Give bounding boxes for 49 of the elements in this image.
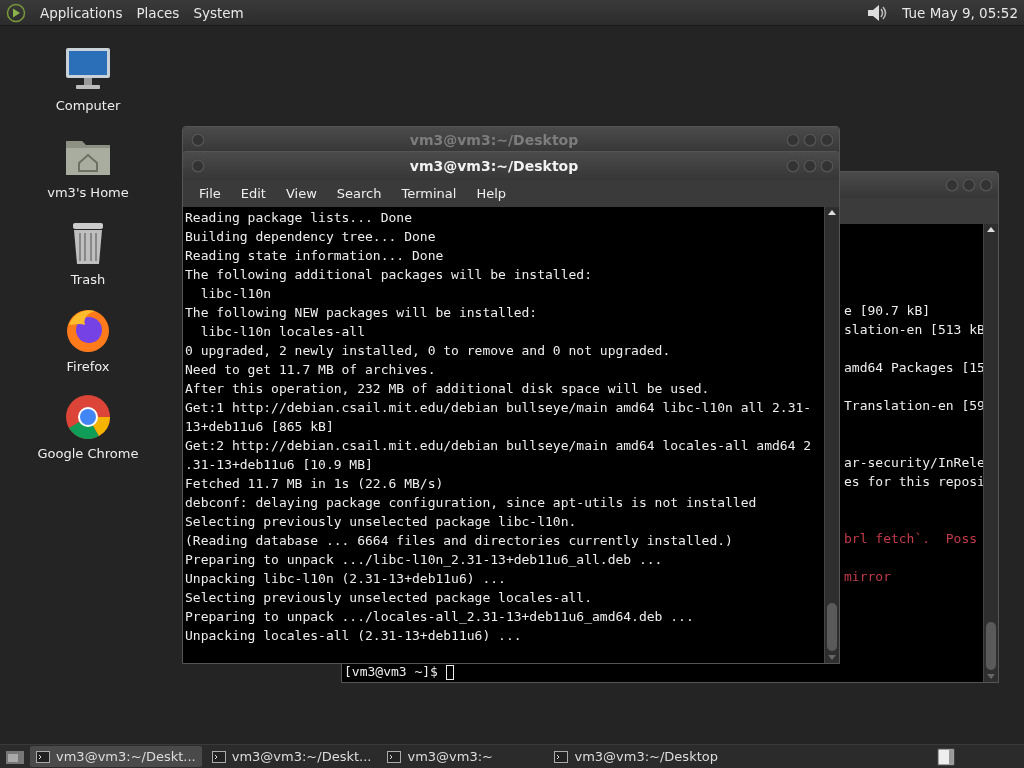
- terminal-line: libc-l10n locales-all: [199, 324, 365, 339]
- terminal-line: 0 upgraded, 2 newly installed, 0 to remove and 0 not upgraded.: [185, 343, 671, 358]
- taskbar-button[interactable]: vm3@vm3:~/Desktop: [548, 746, 724, 767]
- taskbar-button[interactable]: vm3@vm3:~/Deskt...: [205, 746, 378, 767]
- desktop-icon-label[interactable]: Computer: [55, 98, 121, 113]
- menu-item[interactable]: Search: [326, 186, 392, 201]
- taskbar-button[interactable]: vm3@vm3:~/Deskt...: [30, 746, 202, 767]
- terminal-line: Reading package lists... Done: [185, 210, 412, 225]
- clock[interactable]: Tue May 9, 05:52: [902, 4, 1018, 21]
- window-title: vm3@vm3:~/Desktop: [408, 132, 580, 148]
- terminal-line: Reading state information... Done: [185, 248, 444, 263]
- terminal-line: Get:2 http://debian.csail.mit.edu/debian bullseye/main amd64 locales-all amd64 2: [185, 438, 812, 453]
- terminal-line: Fetched 11.7 MB in 1s (22.6 MB/s): [185, 476, 444, 491]
- terminal-line: .31-13+deb11u6 [10.9 MB]: [185, 457, 373, 472]
- terminal-line: Need to get 11.7 MB of archives.: [185, 362, 436, 377]
- menu-item[interactable]: Help: [466, 186, 517, 201]
- terminal-line: Unpacking libc-l10n (2.31-13+deb11u6) ...: [185, 571, 506, 586]
- terminal-line: 13+deb11u6 [865 kB]: [185, 419, 334, 434]
- desktop-icon-label[interactable]: vm3's Home: [47, 185, 129, 200]
- panel-menu[interactable]: Places: [136, 4, 180, 21]
- terminal-line: Selecting previously unselected package libc-l10n.: [185, 514, 577, 529]
- shell-prompt: [vm3@vm3 ~]$: [344, 664, 438, 679]
- panel-menu[interactable]: System: [193, 4, 244, 21]
- terminal-line: libc-l10n: [199, 286, 272, 301]
- terminal-line: Preparing to unpack .../locales-all_2.31-13+deb11u6_amd64.deb ...: [185, 609, 694, 624]
- terminal-line: debconf: delaying package configuration, since apt-utils is not installed: [185, 495, 757, 510]
- terminal-line: Selecting previously unselected package locales-all.: [185, 590, 592, 605]
- terminal-line: (Reading database ... 6664 files and directories currently installed.): [185, 533, 733, 548]
- terminal-line: brl fetch`. Poss: [844, 531, 978, 546]
- terminal-line: The following additional packages will be installed:: [185, 267, 592, 282]
- terminal-line: mirror: [844, 569, 891, 584]
- menu-item[interactable]: View: [275, 186, 327, 201]
- terminal-line: Preparing to unpack .../libc-l10n_2.31-13+deb11u6_all.deb ...: [185, 552, 663, 567]
- desktop-icon-label[interactable]: Google Chrome: [37, 446, 139, 461]
- panel-menu[interactable]: Applications: [40, 4, 123, 21]
- menu-item[interactable]: Edit: [230, 186, 276, 201]
- terminal-line: e [90.7 kB]: [844, 303, 931, 318]
- terminal-line: amd64 Packages [15: [844, 360, 983, 375]
- desktop-icon-label[interactable]: Firefox: [66, 359, 110, 374]
- taskbar-button[interactable]: vm3@vm3:~: [381, 746, 545, 767]
- terminal-line: The following NEW packages will be installed:: [185, 305, 538, 320]
- terminal-line: Building dependency tree... Done: [185, 229, 436, 244]
- terminal-line: Unpacking locales-all (2.31-13+deb11u6) ...: [185, 628, 522, 643]
- menu-item[interactable]: Terminal: [391, 186, 467, 201]
- terminal-line: Get:1 http://debian.csail.mit.edu/debian bullseye/main amd64 libc-l10n all 2.31-: [185, 400, 812, 415]
- menu-item[interactable]: File: [189, 186, 231, 201]
- window-title: vm3@vm3:~/Desktop: [408, 158, 580, 174]
- terminal-line: After this operation, 232 MB of additional disk space will be used.: [185, 381, 710, 396]
- desktop-icon-label[interactable]: Trash: [70, 272, 106, 287]
